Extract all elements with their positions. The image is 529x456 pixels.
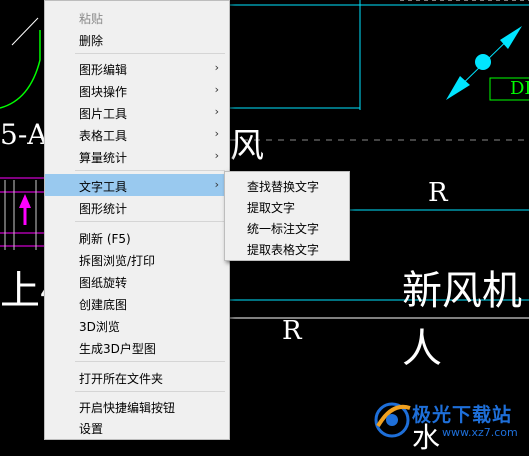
chevron-right-icon: › bbox=[214, 83, 219, 96]
green-arc bbox=[0, 30, 41, 109]
menu-item-quantity-stats[interactable]: 算量统计 › bbox=[45, 145, 229, 167]
watermark: 极光下载站 www.xz7.com bbox=[366, 392, 526, 444]
submenu-item-find-replace[interactable]: 查找替换文字 bbox=[225, 175, 349, 196]
menu-item-image-tools[interactable]: 图片工具 › bbox=[45, 101, 229, 123]
magenta-arrow-head bbox=[19, 194, 31, 208]
watermark-url: www.xz7.com bbox=[442, 426, 518, 439]
context-menu: 粘贴 删除 图形编辑 › 图块操作 › 图片工具 › 表格工具 › 算量统计 › 文字工具… bbox=[44, 0, 230, 440]
menu-separator bbox=[75, 361, 225, 362]
cyan-dot bbox=[475, 54, 491, 70]
menu-item-shape-edit[interactable]: 图形编辑 › bbox=[45, 57, 229, 79]
menu-separator bbox=[75, 391, 225, 392]
submenu-item-extract-text[interactable]: 提取文字 bbox=[225, 196, 349, 217]
submenu-item-extract-table-text[interactable]: 提取表格文字 bbox=[225, 238, 349, 259]
text-tools-submenu: 查找替换文字 提取文字 统一标注文字 提取表格文字 bbox=[224, 171, 350, 261]
menu-item-delete[interactable]: 删除 bbox=[45, 28, 229, 50]
chevron-right-icon: › bbox=[214, 61, 219, 74]
menu-item-enable-quick-edit[interactable]: 开启快捷编辑按钮 bbox=[45, 395, 229, 417]
menu-item-shape-stats[interactable]: 图形统计 bbox=[45, 196, 229, 218]
menu-item-refresh[interactable]: 刷新 (F5) bbox=[45, 226, 229, 248]
chevron-right-icon: › bbox=[214, 105, 219, 118]
menu-item-settings[interactable]: 设置 bbox=[45, 416, 229, 438]
cad-text-feng: 风 bbox=[230, 126, 264, 166]
cad-text-r-top: R bbox=[428, 178, 448, 208]
menu-item-create-base-map[interactable]: 创建底图 bbox=[45, 292, 229, 314]
menu-item-block-ops[interactable]: 图块操作 › bbox=[45, 79, 229, 101]
cad-text-dd: DD bbox=[510, 78, 529, 99]
watermark-logo-icon bbox=[374, 402, 411, 438]
menu-item-rotate-drawing[interactable]: 图纸旋转 bbox=[45, 270, 229, 292]
menu-item-generate-3d-floorplan[interactable]: 生成3D户型图 bbox=[45, 336, 229, 358]
menu-item-split-browse-print[interactable]: 拆图浏览/打印 bbox=[45, 248, 229, 270]
chevron-right-icon: › bbox=[214, 149, 219, 162]
watermark-name: 极光下载站 bbox=[412, 404, 513, 426]
menu-item-table-tools[interactable]: 表格工具 › bbox=[45, 123, 229, 145]
cyan-arrowhead-2 bbox=[500, 26, 522, 49]
menu-item-open-folder[interactable]: 打开所在文件夹 bbox=[45, 366, 229, 388]
menu-separator bbox=[75, 170, 225, 171]
submenu-item-unify-annotation[interactable]: 统一标注文字 bbox=[225, 217, 349, 238]
menu-item-paste[interactable]: 粘贴 bbox=[45, 6, 229, 28]
menu-item-3d-browse[interactable]: 3D浏览 bbox=[45, 314, 229, 336]
chevron-right-icon: › bbox=[214, 178, 219, 191]
menu-item-text-tools[interactable]: 文字工具 › bbox=[45, 174, 229, 196]
chevron-right-icon: › bbox=[214, 127, 219, 140]
cad-text-r-mid: R bbox=[282, 316, 302, 346]
menu-separator bbox=[75, 53, 225, 54]
menu-separator bbox=[75, 221, 225, 222]
white-diagonal-line bbox=[11, 17, 39, 46]
cad-text-xinfeng: 新风机人 bbox=[402, 268, 522, 372]
